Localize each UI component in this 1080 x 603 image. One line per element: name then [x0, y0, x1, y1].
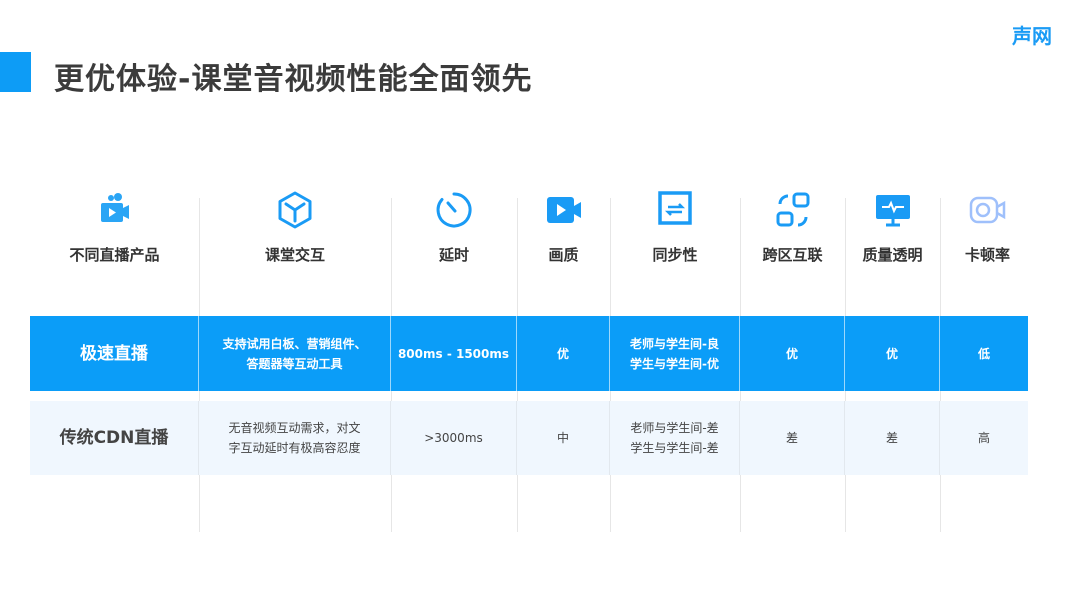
- timer-icon: [436, 192, 472, 228]
- monitor-pulse-icon: [875, 195, 910, 227]
- table-cell: 优: [845, 316, 940, 391]
- column-header-product: 不同直播产品: [30, 190, 199, 265]
- table-cell: 差: [845, 401, 940, 475]
- table-cell: 无音视频互动需求，对文 字互动延时有极高容忍度: [199, 401, 391, 475]
- column-label: 卡顿率: [964, 246, 1010, 264]
- column-label: 课堂交互: [264, 246, 325, 264]
- column-label: 跨区互联: [762, 246, 823, 264]
- table-cell: 老师与学生间-差 学生与学生间-差: [610, 401, 740, 475]
- brand-logo: 声网: [1012, 24, 1052, 48]
- column-header-latency: 延时: [391, 190, 517, 265]
- cube-icon: [278, 191, 312, 229]
- table-cell: 极速直播: [30, 316, 199, 391]
- video-camera-icon: [100, 193, 129, 222]
- table-row-fast-live: 极速直播 支持试用白板、营销组件、 答题器等互动工具 800ms - 1500ms 优…: [30, 316, 1028, 391]
- column-label: 质量透明: [862, 246, 923, 264]
- cross-region-icon: [776, 192, 809, 227]
- table-cell: 中: [517, 401, 610, 475]
- table-cell: 高: [977, 431, 990, 445]
- column-header-sync: 同步性: [610, 190, 740, 265]
- column-header-quality: 画质: [517, 190, 610, 265]
- table-row-cdn-live: 传统CDN直播 无音视频互动需求，对文 字互动延时有极高容忍度 >3000ms 中老师…: [30, 401, 1028, 475]
- title-accent-bar: [0, 52, 31, 92]
- column-header-interaction: 课堂交互: [199, 190, 391, 265]
- column-label: 延时: [438, 246, 469, 264]
- table-cell: 支持试用白板、营销组件、 答题器等互动工具: [199, 316, 391, 391]
- table-cell: 传统CDN直播: [30, 401, 199, 475]
- table-cell: 差: [740, 401, 845, 475]
- column-header-cross-region: 跨区互联: [740, 190, 845, 265]
- table-cell: 800ms - 1500ms: [391, 316, 517, 391]
- sync-icon: [658, 191, 692, 225]
- column-header-stutter: 卡顿率: [940, 190, 1035, 265]
- column-label: 同步性: [652, 246, 698, 264]
- table-cell: 优: [517, 316, 610, 391]
- table-cell: >3000ms: [391, 401, 517, 475]
- column-label: 不同直播产品: [69, 246, 160, 264]
- column-header-transparency: 质量透明: [845, 190, 940, 265]
- camera-outline-icon: [969, 196, 1005, 224]
- table-cell: 优: [740, 316, 845, 391]
- video-icon: [546, 197, 581, 223]
- page-title: 更优体验-课堂音视频性能全面领先: [54, 62, 533, 97]
- column-label: 画质: [548, 246, 579, 264]
- table-cell: 低: [977, 346, 990, 361]
- table-cell: 老师与学生间-良 学生与学生间-优: [610, 316, 740, 391]
